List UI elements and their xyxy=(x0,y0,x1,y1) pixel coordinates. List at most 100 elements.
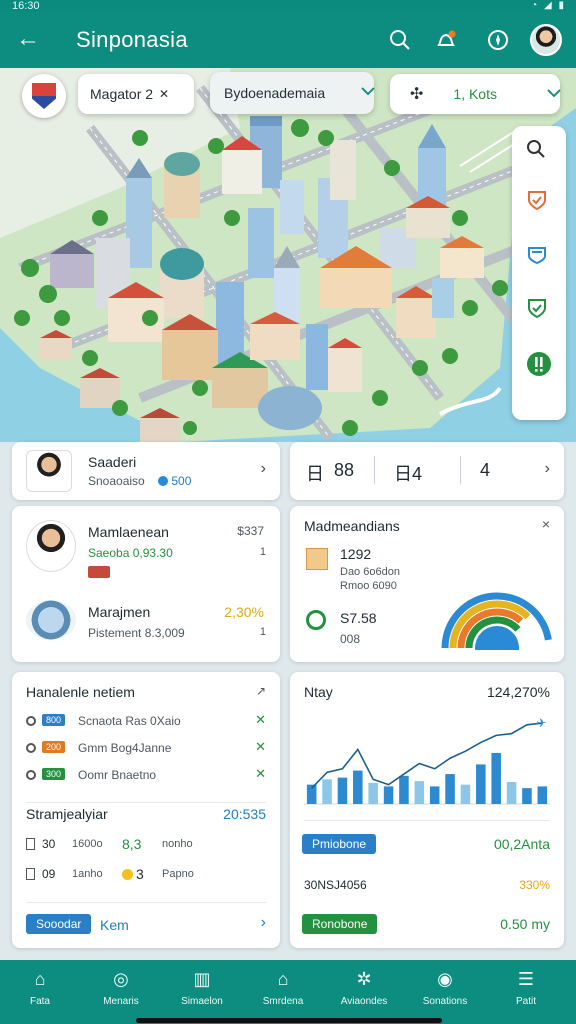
nav-label: Smrdena xyxy=(262,996,304,1007)
detail-row[interactable]: 09 1anho 3 Papno xyxy=(26,866,266,886)
city-logo xyxy=(22,74,66,118)
list-subtitle: Stramjealyiar xyxy=(26,806,108,822)
list-card: Hanalenle netiem ↗ 800 Scnaota Ras 0Xaio ✕… xyxy=(12,672,280,948)
chevron-right-icon[interactable]: › xyxy=(545,460,550,478)
count-pill[interactable]: ✣ 1, Kots xyxy=(390,74,561,114)
chart-value: 124,270% xyxy=(486,684,550,700)
radio-icon xyxy=(26,716,36,726)
map-search-icon[interactable] xyxy=(525,138,553,166)
layer-dropdown[interactable]: Bydoenademaia xyxy=(210,72,375,114)
stats-value-1: 1292 xyxy=(340,546,372,562)
chart-button-1[interactable]: Pmiobone xyxy=(302,834,377,854)
alert-icon[interactable] xyxy=(525,350,553,378)
nav-label: Simaelon xyxy=(181,996,223,1007)
detail-d: nonho xyxy=(162,838,193,850)
close-icon[interactable]: × xyxy=(542,516,550,532)
chart-button-2[interactable]: Ronobone xyxy=(302,914,378,934)
wrench-icon[interactable]: ✕ xyxy=(255,766,266,782)
nav-label: Menaris xyxy=(103,996,139,1007)
tools-icon: ✕ xyxy=(159,87,170,101)
profile-badge: 500 xyxy=(158,474,191,488)
person-trend: 1 xyxy=(259,546,266,558)
status-dot-icon xyxy=(158,476,168,486)
profile-card[interactable]: Saaderi Snoaoaiso 500 › xyxy=(12,442,280,500)
detail-c-value: 3 xyxy=(136,866,144,882)
list-row-tag: 800 xyxy=(42,714,66,726)
list-row[interactable]: 200 Gmm Bog4Janne ✕ xyxy=(26,739,266,759)
stats-title: Madmeandians xyxy=(304,518,400,534)
quick-icon-3[interactable]: 日4 xyxy=(394,460,422,486)
person-avatar xyxy=(26,520,76,572)
back-arrow-icon[interactable]: ← xyxy=(14,26,42,54)
stats-card: Madmeandians × 1292 Dao 6o6don Rmoo 6090… xyxy=(290,506,564,662)
nav-label: Fata xyxy=(29,996,50,1007)
shield-icon[interactable] xyxy=(525,188,553,216)
profile-name: Saaderi xyxy=(88,454,137,470)
chart-card: Ntay 124,270% ✈ Pmiobone 00,2Anta 30NSJ4… xyxy=(290,672,564,948)
wrench-icon[interactable]: ✕ xyxy=(255,712,266,728)
search-icon[interactable] xyxy=(386,26,414,54)
layers-icon[interactable] xyxy=(525,242,553,270)
radio-icon xyxy=(26,770,36,780)
notification-bell-icon[interactable] xyxy=(432,26,460,54)
chart-bar xyxy=(476,764,486,804)
detail-d: Papno xyxy=(162,868,194,880)
divider xyxy=(460,456,461,484)
app-bar: ← Sinponasia xyxy=(0,12,576,68)
map-tools-panel xyxy=(512,126,566,420)
profile-avatar xyxy=(26,450,72,492)
nav-item-simaelon[interactable]: ▥ Simaelon xyxy=(166,968,238,1008)
radio-icon xyxy=(26,743,36,753)
nav-item-aviaondes[interactable]: ✲ Aviaondes xyxy=(328,968,400,1008)
compass-icon: ◎ xyxy=(113,968,129,989)
detail-c: 3 xyxy=(122,866,144,882)
city-map[interactable]: Magator 2 ✕ Bydoenademaia ✣ 1, Kots xyxy=(0,68,576,442)
list-action-button[interactable]: Sooodar xyxy=(26,914,92,934)
divider xyxy=(26,802,266,803)
quick-icon-1[interactable]: 日 xyxy=(306,460,324,486)
nav-item-sonations[interactable]: ◉ Sonations xyxy=(409,968,481,1008)
list-row[interactable]: 800 Scnaota Ras 0Xaio ✕ xyxy=(26,712,266,732)
bar-line-chart: ✈ xyxy=(304,716,550,805)
chevron-right-icon[interactable]: › xyxy=(261,914,266,932)
doc-icon xyxy=(26,838,35,850)
compass-icon[interactable] xyxy=(484,26,512,54)
detail-row[interactable]: 30 1600o 8,3 nonho xyxy=(26,836,266,856)
count-label: 1, Kots xyxy=(453,86,497,102)
expand-icon[interactable]: ↗ xyxy=(256,684,266,698)
chart-bar xyxy=(445,774,455,804)
profile-badge-value: 500 xyxy=(171,474,192,488)
stats-value-2: S7.58 xyxy=(340,610,377,626)
check-shield-icon[interactable] xyxy=(525,296,553,324)
list-row-text: Oomr Bnaetno xyxy=(78,768,157,782)
chart-bar xyxy=(353,770,363,804)
location-pill[interactable]: Magator 2 ✕ xyxy=(78,74,194,114)
status-time: 16:30 xyxy=(12,0,40,12)
list-row[interactable]: 300 Oomr Bnaetno ✕ xyxy=(26,766,266,786)
quick-icon-2[interactable]: 88 xyxy=(334,460,354,481)
wrench-icon[interactable]: ✕ xyxy=(255,739,266,755)
user-avatar[interactable] xyxy=(530,24,562,56)
detail-a: 30 xyxy=(42,837,56,851)
layer-dropdown-label: Bydoenademaia xyxy=(224,85,326,101)
nav-item-smrdena[interactable]: ⌂ Smrdena xyxy=(247,968,319,1008)
divider xyxy=(374,456,375,484)
nav-item-patit[interactable]: ☰ Patit xyxy=(490,968,562,1008)
divider xyxy=(26,902,266,903)
chart-bar xyxy=(429,786,440,804)
ring-icon xyxy=(306,610,326,630)
chart-bar xyxy=(368,782,378,804)
nav-item-fata[interactable]: ⌂ Fata xyxy=(4,968,76,1008)
chart-button-2-value: 0.50 my xyxy=(500,916,550,932)
nav-item-menaris[interactable]: ◎ Menaris xyxy=(85,968,157,1008)
person-value: $337 xyxy=(237,524,264,538)
chart-row-label: 30NSJ4056 xyxy=(304,878,367,892)
nav-label: Patit xyxy=(515,996,536,1007)
house-icon: ⌂ xyxy=(277,968,289,989)
dot-icon xyxy=(122,869,133,880)
status-bar: 16:30 ◔ ◢ ▮ xyxy=(0,0,576,12)
quick-icon-4[interactable]: 4 xyxy=(480,460,490,481)
chart-bar xyxy=(522,788,532,804)
list-action-link[interactable]: Kem xyxy=(100,917,129,933)
person-name: Mamlaenean xyxy=(88,524,169,540)
